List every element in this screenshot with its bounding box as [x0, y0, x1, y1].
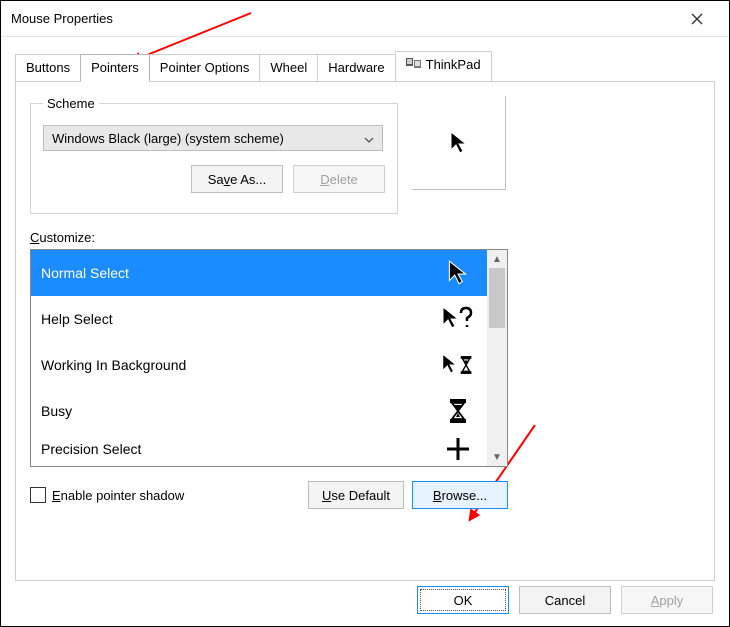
customize-label: Customize:: [30, 230, 700, 245]
list-item-precision-select[interactable]: Precision Select: [31, 434, 487, 464]
scroll-down-icon: ▼: [487, 448, 507, 466]
tab-hardware[interactable]: Hardware: [317, 54, 395, 81]
scheme-dropdown[interactable]: Windows Black (large) (system scheme): [43, 125, 383, 151]
list-item-label: Normal Select: [41, 265, 129, 281]
close-icon: [691, 13, 703, 25]
tab-buttons[interactable]: Buttons: [15, 54, 81, 81]
save-as-button[interactable]: Save As...: [191, 165, 283, 193]
close-button[interactable]: [675, 4, 719, 34]
tab-wheel[interactable]: Wheel: [259, 54, 318, 81]
scheme-group: Scheme Windows Black (large) (system sch…: [30, 96, 398, 214]
scheme-selected-value: Windows Black (large) (system scheme): [52, 131, 284, 146]
customize-listbox: Normal Select Help Select Working In Bac…: [30, 249, 508, 467]
list-item-label: Precision Select: [41, 441, 141, 457]
list-item-help-select[interactable]: Help Select: [31, 296, 487, 342]
window-title: Mouse Properties: [11, 11, 675, 26]
list-item-normal-select[interactable]: Normal Select: [31, 250, 487, 296]
cursor-arrow-icon: [441, 259, 475, 287]
enable-shadow-checkbox[interactable]: Enable pointer shadow: [30, 487, 300, 503]
ok-button[interactable]: OK: [417, 586, 509, 614]
listbox-scrollbar[interactable]: ▲ ▼: [487, 250, 507, 466]
scheme-legend: Scheme: [43, 96, 99, 111]
list-item-working-background[interactable]: Working In Background: [31, 342, 487, 388]
list-item-label: Busy: [41, 403, 72, 419]
thinkpad-icon: [406, 58, 422, 75]
tab-thinkpad[interactable]: ThinkPad: [395, 51, 492, 81]
cursor-preview: [412, 96, 506, 190]
use-default-button[interactable]: Use Default: [308, 481, 404, 509]
tab-thinkpad-label: ThinkPad: [426, 57, 481, 72]
cancel-button[interactable]: Cancel: [519, 586, 611, 614]
scroll-up-icon: ▲: [487, 250, 507, 268]
list-item-label: Working In Background: [41, 357, 186, 373]
scroll-thumb[interactable]: [489, 268, 505, 328]
cursor-crosshair-icon: [441, 437, 475, 461]
tab-strip: Buttons Pointers Pointer Options Wheel H…: [1, 37, 729, 81]
checkbox-icon: [30, 487, 46, 503]
dialog-footer: OK Cancel Apply: [417, 586, 713, 614]
delete-button: Delete: [293, 165, 385, 193]
list-item-label: Help Select: [41, 311, 113, 327]
title-bar: Mouse Properties: [1, 1, 729, 37]
enable-shadow-label: Enable pointer shadow: [52, 488, 184, 503]
cursor-arrow-icon: [449, 130, 469, 156]
cursor-help-icon: [441, 305, 475, 333]
tab-pointer-options[interactable]: Pointer Options: [149, 54, 261, 81]
cursor-busy-background-icon: [441, 351, 475, 379]
tab-panel-pointers: Scheme Windows Black (large) (system sch…: [15, 81, 715, 581]
cursor-hourglass-icon: [441, 398, 475, 424]
apply-button: Apply: [621, 586, 713, 614]
chevron-down-icon: [364, 131, 374, 146]
list-item-busy[interactable]: Busy: [31, 388, 487, 434]
browse-button[interactable]: Browse...: [412, 481, 508, 509]
tab-pointers[interactable]: Pointers: [80, 54, 150, 82]
